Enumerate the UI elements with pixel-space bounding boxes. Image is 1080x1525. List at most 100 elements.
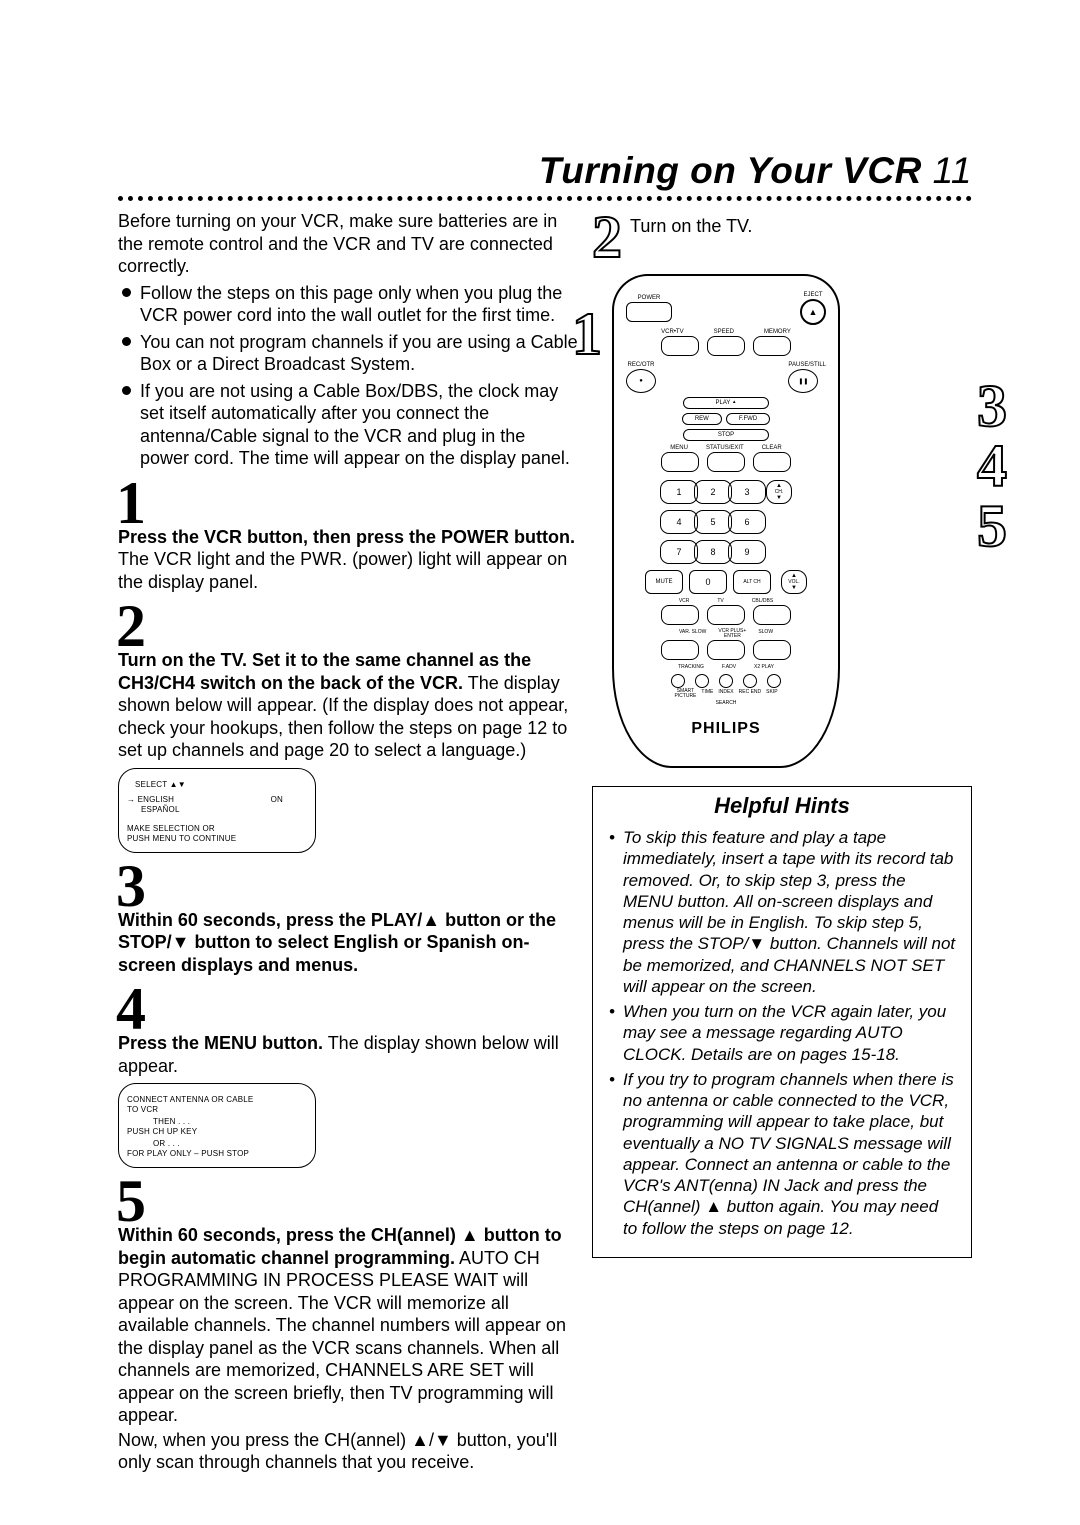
eject-button[interactable] xyxy=(800,299,826,325)
step-1: Press the VCR button, then press the POW… xyxy=(118,526,578,594)
smart-picture-button[interactable] xyxy=(671,674,685,688)
channel-rocker[interactable]: ▲ CH. ▼ xyxy=(766,480,792,504)
index-label: INDEX xyxy=(718,689,733,699)
vcrtv-button[interactable] xyxy=(661,336,699,356)
status-exit-label: STATUS/EXIT xyxy=(706,445,744,451)
page-title-text: Turning on Your VCR xyxy=(539,150,922,191)
remote-control: POWER EJECT VCR•TV SPEED MEMORY xyxy=(612,274,840,768)
ffwd-button[interactable]: F.FWD xyxy=(726,413,770,425)
power-button[interactable] xyxy=(626,302,672,322)
overview-bullet: You can not program channels if you are … xyxy=(118,331,578,376)
time-button[interactable] xyxy=(695,674,709,688)
clear-label: CLEAR xyxy=(762,445,782,451)
num-3-button[interactable]: 3 xyxy=(728,480,766,504)
vcr-label: VCR xyxy=(679,598,690,604)
overview-bullet: Follow the steps on this page only when … xyxy=(118,282,578,327)
osd-line: MAKE SELECTION OR xyxy=(127,824,307,833)
osd-line: SELECT ▲▼ xyxy=(135,780,307,789)
step-number-4: 4 xyxy=(116,982,578,1036)
num-7-button[interactable]: 7 xyxy=(660,540,698,564)
step-1-bold: Press the VCR button, then press the POW… xyxy=(118,527,575,547)
callout-1: 1 xyxy=(572,304,602,364)
play-button[interactable]: PLAY ▲ xyxy=(683,397,769,409)
vcr-button[interactable] xyxy=(661,605,699,625)
remote-wrap: 1 3 4 5 POWER EJECT xyxy=(592,274,972,768)
overview-bullets: Follow the steps on this page only when … xyxy=(118,282,578,470)
pause-still-button[interactable]: ❚❚ xyxy=(788,369,818,393)
stop-button[interactable]: STOP xyxy=(683,429,769,441)
x2play-label: X2 PLAY xyxy=(754,664,774,670)
num-4-button[interactable]: 4 xyxy=(660,510,698,534)
tracking-label: TRACKING xyxy=(678,664,704,670)
num-8-button[interactable]: 8 xyxy=(694,540,732,564)
rew-button[interactable]: REW xyxy=(682,413,722,425)
pause-still-label: PAUSE/STILL xyxy=(788,362,826,368)
numeric-keypad: 1 2 3 4 5 6 7 8 9 xyxy=(660,480,756,564)
num-9-button[interactable]: 9 xyxy=(728,540,766,564)
memory-button[interactable] xyxy=(753,336,791,356)
right-column: 2 Turn on the TV. 1 3 4 5 POWER EJECT xyxy=(592,210,972,1474)
helpful-hints-box: Helpful Hints To skip this feature and p… xyxy=(592,786,972,1258)
cbldbs-button[interactable] xyxy=(753,605,791,625)
num-5-button[interactable]: 5 xyxy=(694,510,732,534)
step-2: Turn on the TV. Set it to the same chann… xyxy=(118,649,578,762)
page-number: 11 xyxy=(933,150,972,191)
step-3-bold: Within 60 seconds, press the PLAY/▲ butt… xyxy=(118,910,556,975)
hint-item: If you try to program channels when ther… xyxy=(611,1069,957,1239)
ffwd-label: F.FWD xyxy=(739,416,757,422)
num-0-button[interactable]: 0 xyxy=(689,570,727,594)
slow-label: SLOW xyxy=(758,629,773,639)
hint-item: When you turn on the VCR again later, yo… xyxy=(611,1001,957,1065)
step-5-extra: Now, when you press the CH(annel) ▲/▼ bu… xyxy=(118,1429,578,1474)
tv-label: TV xyxy=(717,598,723,604)
rec-otr-label: REC/OTR xyxy=(626,362,656,368)
step-1-rest: The VCR light and the PWR. (power) light… xyxy=(118,549,567,592)
menu-button[interactable] xyxy=(661,452,699,472)
alt-ch-button[interactable]: ALT CH xyxy=(733,570,771,594)
search-label: SEARCH xyxy=(626,700,826,706)
status-exit-button[interactable] xyxy=(707,452,745,472)
helpful-hints-heading: Helpful Hints xyxy=(593,787,971,823)
power-label: POWER xyxy=(626,295,672,301)
overview-bullet: If you are not using a Cable Box/DBS, th… xyxy=(118,380,578,470)
slow-up-button[interactable] xyxy=(753,640,791,660)
osd-line: PUSH MENU TO CONTINUE xyxy=(127,834,307,843)
osd-line: THEN . . . xyxy=(153,1117,307,1126)
recend-label: REC END xyxy=(739,689,762,699)
page-title: Turning on Your VCR 11 xyxy=(118,150,972,192)
recend-button[interactable] xyxy=(743,674,757,688)
intro-text: Before turning on your VCR, make sure ba… xyxy=(118,210,578,278)
step-5: Within 60 seconds, press the CH(annel) ▲… xyxy=(118,1224,578,1474)
ch-down-icon: ▼ xyxy=(767,495,791,501)
mute-button[interactable]: MUTE xyxy=(645,570,683,594)
osd-line: CONNECT ANTENNA OR CABLE xyxy=(127,1095,307,1104)
osd-line: ESPAÑOL xyxy=(141,805,307,814)
num-2-button[interactable]: 2 xyxy=(694,480,732,504)
up-arrow-icon: ▲ xyxy=(732,399,736,404)
right-step-2-text: Turn on the TV. xyxy=(630,216,752,237)
vcrtv-label: VCR•TV xyxy=(661,329,683,335)
index-button[interactable] xyxy=(719,674,733,688)
osd-line: → ENGLISH xyxy=(127,795,174,804)
num-6-button[interactable]: 6 xyxy=(728,510,766,534)
num-1-button[interactable]: 1 xyxy=(660,480,698,504)
osd-antenna: CONNECT ANTENNA OR CABLE TO VCR THEN . .… xyxy=(118,1083,316,1168)
skip-button[interactable] xyxy=(767,674,781,688)
time-label: TIME xyxy=(701,689,713,699)
osd-line: TO VCR xyxy=(127,1105,307,1114)
hint-item: To skip this feature and play a tape imm… xyxy=(611,827,957,997)
tv-button[interactable] xyxy=(707,605,745,625)
fadv-label: F.ADV xyxy=(722,664,736,670)
rec-otr-button[interactable]: ● xyxy=(626,369,656,393)
skip-label: SKIP xyxy=(766,689,777,699)
clear-button[interactable] xyxy=(753,452,791,472)
vcrplus-button[interactable] xyxy=(707,640,745,660)
speed-button[interactable] xyxy=(707,336,745,356)
varslow-down-button[interactable] xyxy=(661,640,699,660)
menu-label: MENU xyxy=(670,445,688,451)
volume-rocker[interactable]: ▲ VOL. ▼ xyxy=(781,570,807,594)
stop-label: STOP xyxy=(718,432,734,438)
step-4-bold: Press the MENU button. xyxy=(118,1033,323,1053)
step-3: Within 60 seconds, press the PLAY/▲ butt… xyxy=(118,909,578,977)
osd-line: PUSH CH UP KEY xyxy=(127,1127,307,1136)
